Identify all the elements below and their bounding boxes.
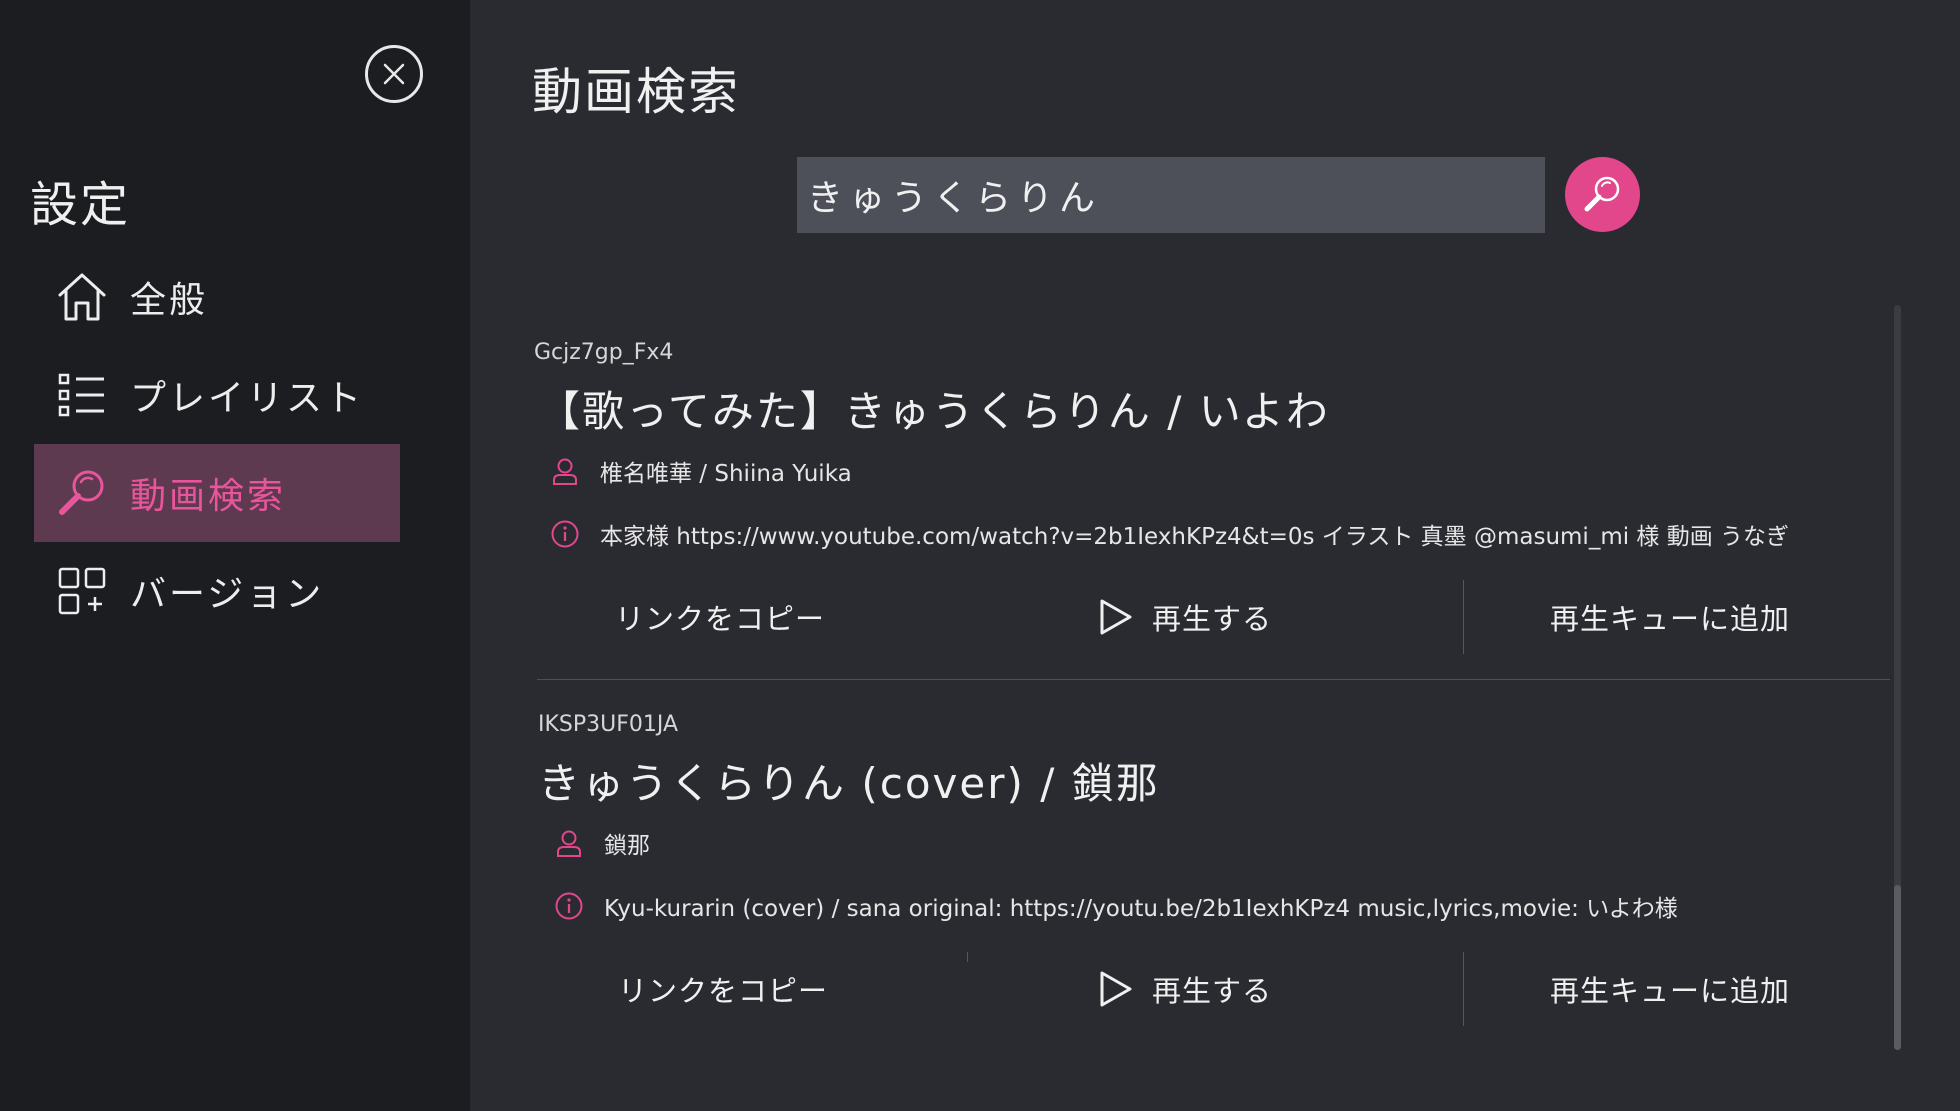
author-row: 鎖那	[554, 826, 650, 860]
home-icon	[58, 273, 106, 321]
play-icon	[1100, 971, 1132, 1007]
divider	[537, 679, 1890, 680]
settings-title: 設定	[30, 177, 131, 233]
result-actions: リンクをコピー 再生する 再生キューに追加	[470, 580, 1890, 654]
sidebar-item-label: 全般	[130, 280, 209, 321]
play-label: 再生する	[1151, 602, 1272, 636]
divider	[967, 952, 968, 962]
page-title: 動画検索	[532, 63, 740, 121]
sidebar-item-label: 動画検索	[130, 476, 287, 517]
video-description: 本家様 https://www.youtube.com/watch?v=2b1I…	[600, 524, 1790, 550]
divider	[1463, 580, 1464, 654]
sidebar-item-video-search[interactable]: 動画検索	[34, 444, 400, 542]
add-to-queue-label: 再生キューに追加	[1549, 602, 1790, 636]
user-icon	[557, 830, 581, 857]
video-id: IKSP3UF01JA	[538, 712, 679, 737]
copy-link-label: リンクをコピー	[617, 974, 828, 1008]
add-to-queue-button[interactable]: 再生キューに追加	[1510, 580, 1830, 654]
author-name: 鎖那	[604, 833, 650, 859]
user-icon	[553, 458, 577, 485]
close-button[interactable]	[365, 45, 423, 103]
divider	[1463, 952, 1464, 1026]
search-input[interactable]	[797, 157, 1545, 233]
info-icon	[555, 892, 583, 920]
copy-link-button[interactable]: リンクをコピー	[573, 952, 873, 1026]
play-button[interactable]: 再生する	[1050, 952, 1320, 1026]
sidebar: 設定 全般 プレイリスト 動画検索 バージョン	[0, 0, 470, 1111]
video-description: Kyu-kurarin (cover) / sana original: htt…	[604, 896, 1678, 922]
add-to-queue-label: 再生キューに追加	[1549, 974, 1790, 1008]
add-to-queue-button[interactable]: 再生キューに追加	[1510, 952, 1830, 1026]
sidebar-item-label: プレイリスト	[130, 378, 365, 419]
main-panel: 動画検索 Gcjz7gp_Fx4 【歌ってみた】きゅうくらりん / いよわ 椎名…	[470, 0, 1960, 1111]
search-button[interactable]	[1565, 157, 1640, 232]
sidebar-item-label: バージョン	[130, 574, 325, 615]
video-id: Gcjz7gp_Fx4	[534, 340, 674, 365]
description-row: Kyu-kurarin (cover) / sana original: htt…	[554, 889, 1678, 923]
play-label: 再生する	[1151, 974, 1272, 1008]
results-list: Gcjz7gp_Fx4 【歌ってみた】きゅうくらりん / いよわ 椎名唯華 / …	[470, 300, 1890, 1060]
sidebar-item-playlist[interactable]: プレイリスト	[34, 346, 400, 444]
result-actions: リンクをコピー 再生する 再生キューに追加	[470, 952, 1890, 1026]
author-row: 椎名唯華 / Shiina Yuika	[550, 454, 852, 488]
sidebar-item-version[interactable]: バージョン	[34, 542, 400, 640]
apps-add-icon	[58, 567, 106, 615]
author-name: 椎名唯華 / Shiina Yuika	[600, 461, 852, 487]
description-row: 本家様 https://www.youtube.com/watch?v=2b1I…	[550, 517, 1789, 551]
copy-link-label: リンクをコピー	[614, 602, 825, 636]
list-icon	[58, 373, 104, 417]
search-icon	[59, 470, 104, 515]
search-icon	[1584, 176, 1620, 212]
info-icon	[551, 520, 579, 548]
video-title: 【歌ってみた】きゅうくらりん / いよわ	[538, 387, 1330, 436]
close-icon	[383, 63, 405, 85]
video-title: きゅうくらりん (cover) / 鎖那	[538, 759, 1160, 808]
scrollbar-thumb[interactable]	[1894, 885, 1901, 1050]
sidebar-item-general[interactable]: 全般	[34, 248, 400, 346]
play-button[interactable]: 再生する	[1050, 580, 1320, 654]
copy-link-button[interactable]: リンクをコピー	[570, 580, 870, 654]
play-icon	[1100, 599, 1132, 635]
